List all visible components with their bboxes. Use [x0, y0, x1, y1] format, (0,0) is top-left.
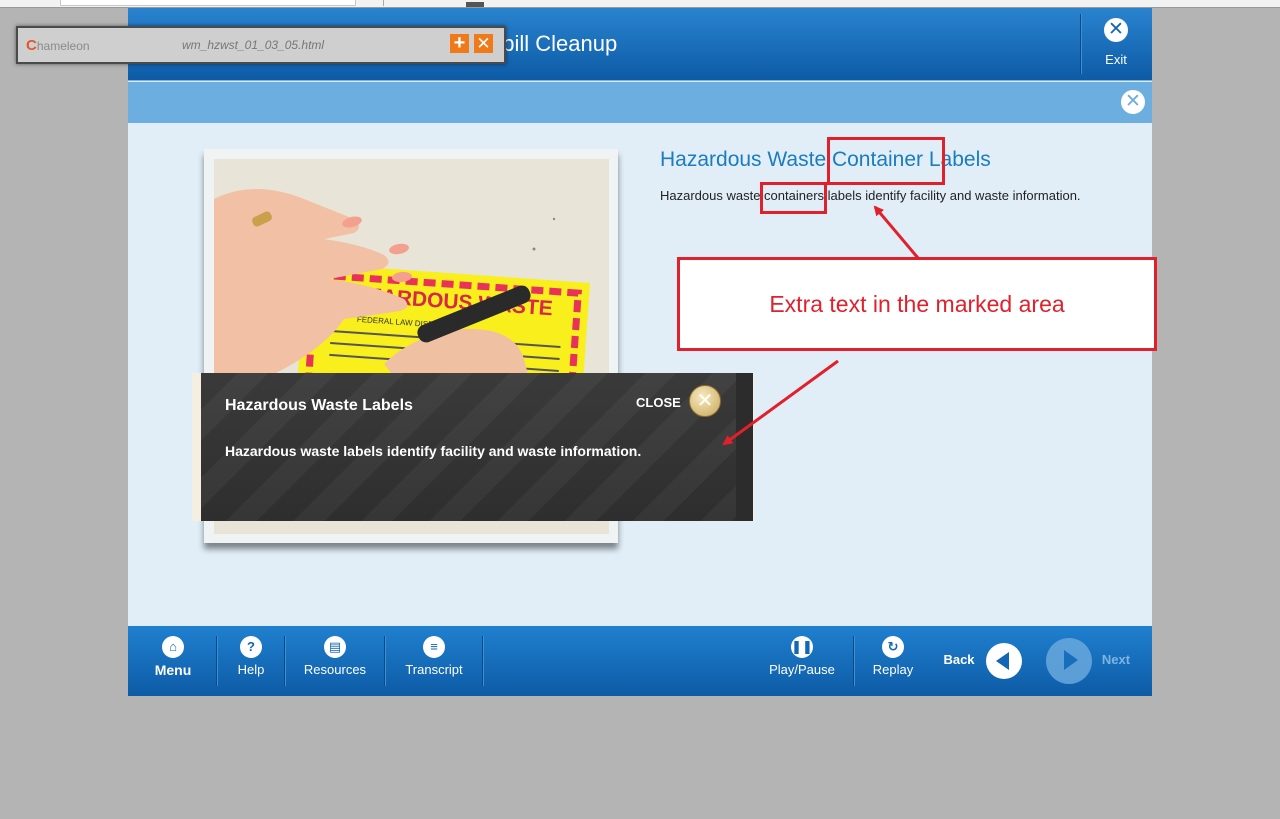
toolbar-divider	[383, 0, 384, 6]
footer-divider	[482, 636, 483, 686]
chameleon-toolbar: Chameleon wm_hzwst_01_03_05.html + ✕	[16, 26, 506, 64]
course-window: s Waste & Spill Cleanup ✕ Exit ✕ HAZARDO…	[128, 8, 1152, 696]
footer-divider	[853, 636, 854, 686]
transcript-button[interactable]: ≡ Transcript	[398, 636, 470, 677]
annotation-highlight-heading	[827, 137, 945, 185]
back-label[interactable]: Back	[936, 652, 982, 667]
logo-initial: C	[26, 37, 37, 54]
popup-body: Hazardous waste labels identify facility…	[225, 443, 642, 459]
back-button[interactable]	[986, 643, 1022, 679]
help-button[interactable]: ? Help	[228, 636, 274, 677]
close-circle-icon[interactable]: ✕	[1121, 90, 1145, 114]
replay-icon: ↻	[882, 636, 904, 658]
arrow-left-icon	[996, 652, 1009, 670]
logo-text: hameleon	[36, 39, 90, 53]
play-pause-label: Play/Pause	[769, 662, 835, 677]
resources-button[interactable]: ▤ Resources	[298, 636, 372, 677]
close-icon[interactable]: ✕	[474, 34, 493, 53]
close-icon[interactable]: ✕	[689, 385, 721, 417]
home-icon: ⌂	[162, 636, 184, 658]
page-body-text: Hazardous waste containers labels identi…	[660, 188, 1081, 203]
chameleon-file-name: wm_hzwst_01_03_05.html	[182, 38, 325, 52]
transcript-icon: ≡	[423, 636, 445, 658]
next-label[interactable]: Next	[1096, 652, 1136, 667]
document-icon: ▤	[324, 636, 346, 658]
browser-toolbar-strip	[0, 0, 1280, 8]
arrow-right-icon	[1064, 650, 1078, 670]
menu-label: Menu	[154, 662, 192, 678]
popup-edge	[736, 373, 753, 521]
footer-divider	[216, 636, 217, 686]
annotation-highlight-text	[760, 182, 827, 214]
content-toolbar: ✕	[128, 82, 1152, 123]
content-area: HAZARDOUS WASTE FEDERAL LAW DISPOSAL Haz…	[128, 123, 1152, 626]
pause-icon: ❚❚	[791, 636, 813, 658]
exit-label: Exit	[1105, 52, 1127, 67]
footer-divider	[384, 636, 385, 686]
replay-label: Replay	[872, 662, 914, 677]
menu-button[interactable]: ⌂ Menu	[150, 636, 196, 678]
help-label: Help	[237, 662, 265, 677]
plus-icon[interactable]: +	[450, 33, 469, 53]
replay-button[interactable]: ↻ Replay	[866, 636, 920, 677]
popup-title: Hazardous Waste Labels	[225, 397, 413, 414]
footer-divider	[284, 636, 285, 686]
address-bar[interactable]	[60, 0, 356, 6]
info-popup: Hazardous Waste Labels CLOSE ✕ Hazardous…	[201, 373, 736, 521]
transcript-label: Transcript	[405, 662, 463, 677]
course-footer: ⌂ Menu ? Help ▤ Resources ≡ Transcript ❚…	[128, 626, 1152, 696]
popup-close-label[interactable]: CLOSE	[636, 395, 681, 410]
next-button[interactable]	[1046, 638, 1092, 684]
chameleon-logo: Chameleon	[26, 37, 90, 54]
close-circle-icon: ✕	[1104, 18, 1128, 42]
toolbar-icon[interactable]	[466, 2, 484, 7]
exit-button[interactable]: ✕ Exit	[1086, 18, 1146, 78]
help-icon: ?	[240, 636, 262, 658]
header-divider	[1080, 14, 1081, 74]
play-pause-button[interactable]: ❚❚ Play/Pause	[762, 636, 842, 677]
resources-label: Resources	[303, 662, 367, 677]
annotation-note-text: Extra text in the marked area	[769, 291, 1065, 317]
annotation-note: Extra text in the marked area	[677, 257, 1157, 351]
